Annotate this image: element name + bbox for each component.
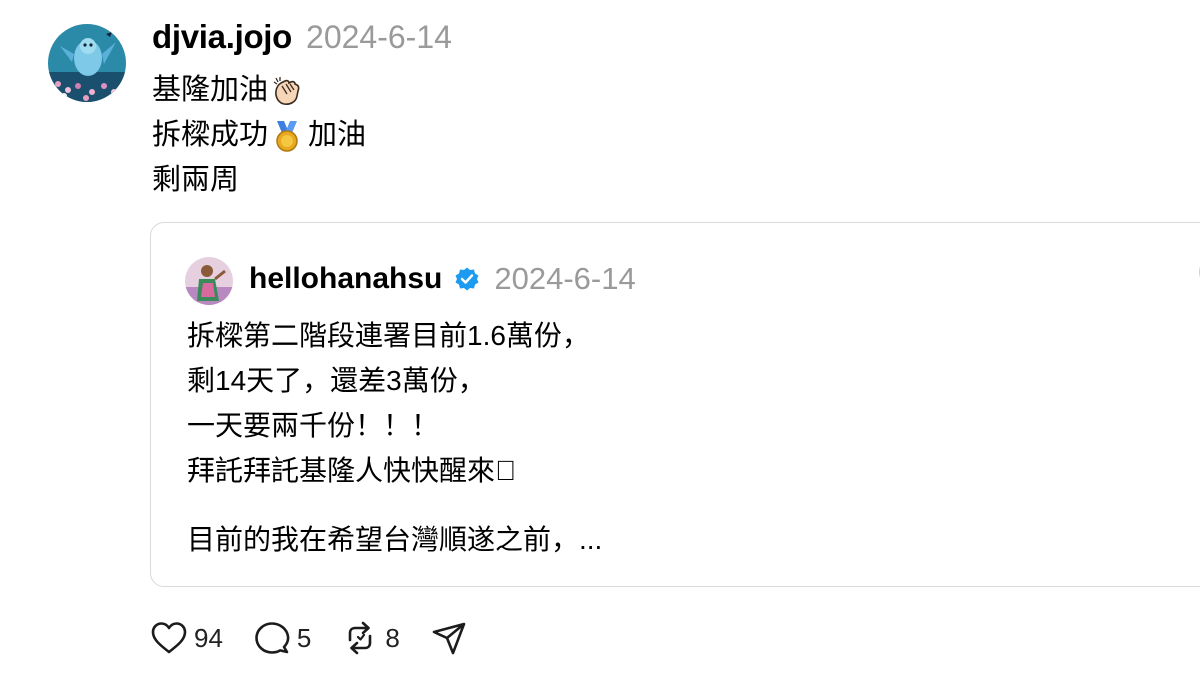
- post-text: 基隆加油 拆樑成功 加油 剩兩周: [152, 68, 366, 203]
- share-button[interactable]: [430, 620, 468, 656]
- reply-button[interactable]: 5: [253, 620, 311, 656]
- post-text-line: 基隆加油: [152, 68, 366, 113]
- post-text-segment: 剩兩周: [152, 164, 240, 196]
- author-avatar[interactable]: [48, 24, 126, 102]
- repost-count: 8: [385, 622, 400, 653]
- repost-button[interactable]: 8: [341, 620, 400, 656]
- quoted-text-line: 拜託拜託基隆人快快醒來􀀀: [187, 455, 517, 486]
- quoted-author-avatar[interactable]: [185, 257, 233, 305]
- comment-bubble-icon: [253, 620, 291, 656]
- quoted-post-date[interactable]: 2024-6-14: [494, 261, 635, 297]
- author-username[interactable]: djvia.jojo: [152, 18, 292, 56]
- quoted-author-username[interactable]: hellohanahsu: [249, 262, 442, 296]
- post-date[interactable]: 2024-6-14: [306, 19, 452, 56]
- action-bar: 94 5 8: [150, 620, 498, 656]
- quoted-author-row: hellohanahsu 2024-6-14: [249, 261, 636, 297]
- repost-icon: [341, 620, 379, 656]
- medal-icon: [270, 119, 304, 153]
- heart-icon: [150, 620, 188, 656]
- like-count: 94: [194, 622, 223, 653]
- quoted-text-line: 剩14天了，還差3萬份，: [187, 365, 486, 396]
- post-text-line: 拆樑成功 加油: [152, 113, 366, 158]
- post-text-line: 剩兩周: [152, 158, 366, 203]
- post-text-segment: 拆樑成功: [152, 119, 269, 151]
- quoted-post-text: 拆樑第二階段連署目前1.6萬份， 剩14天了，還差3萬份， 一天要兩千份！！！ …: [187, 313, 602, 562]
- verified-badge-icon: [454, 266, 480, 292]
- quoted-text-truncated: 目前的我在希望台灣順遂之前，...: [187, 524, 603, 555]
- reply-count: 5: [296, 622, 312, 653]
- like-button[interactable]: 94: [150, 620, 223, 656]
- send-icon: [430, 620, 468, 656]
- quoted-text-line: 拆樑第二階段連署目前1.6萬份，: [187, 320, 590, 351]
- post-text-segment: 加油: [308, 119, 367, 151]
- clapping-hands-icon: [270, 74, 304, 108]
- quoted-post-card[interactable]: hellohanahsu 2024-6-14 拆樑第二階段連署目前1.6萬份， …: [150, 222, 1200, 587]
- threads-post: djvia.jojo 2024-6-14 基隆加油 拆樑成功 加油 剩兩周 he…: [0, 0, 1200, 675]
- quoted-text-line: 一天要兩千份！！！: [187, 410, 440, 441]
- post-text-segment: 基隆加油: [152, 74, 269, 106]
- author-row: djvia.jojo 2024-6-14: [152, 18, 452, 56]
